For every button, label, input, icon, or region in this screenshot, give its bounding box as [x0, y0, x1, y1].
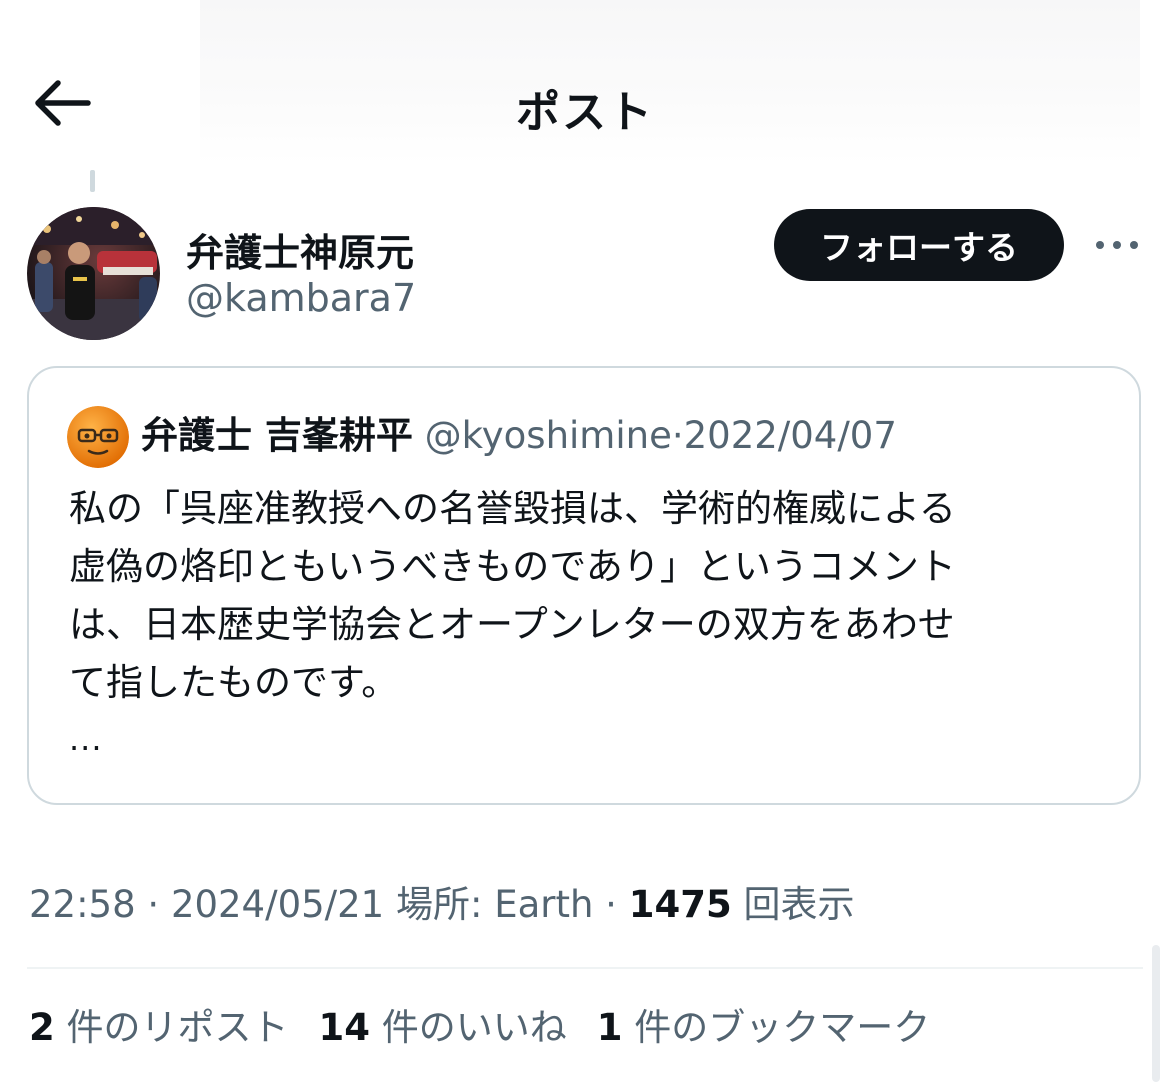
post-time: 22:58 [29, 883, 136, 926]
quoted-text-line: 私の「呉座准教授への名誉毀損は、学術的権威による [69, 487, 956, 530]
avatar-photo [27, 207, 160, 340]
author-name[interactable]: 弁護士神原元 [186, 222, 414, 277]
bookmarks-label: 件のブックマーク [622, 1006, 931, 1049]
scrollbar[interactable] [1152, 945, 1160, 1082]
more-options-button[interactable] [1092, 228, 1142, 262]
reposts-stat[interactable]: 2 件のリポスト [29, 1002, 289, 1054]
divider [27, 967, 1143, 969]
reposts-count: 2 [29, 1006, 55, 1049]
quoted-post-date: 2022/04/07 [683, 414, 897, 457]
views-count[interactable]: 1475 [629, 883, 732, 926]
page-title: ポスト [516, 87, 654, 138]
quoted-avatar-image [67, 406, 129, 468]
author-avatar[interactable] [27, 207, 160, 340]
quoted-post-header: 弁護士 吉峯耕平 @kyoshimine·2022/04/07 [141, 410, 897, 462]
top-header: ポスト [0, 50, 1170, 160]
quoted-post-ellipsis: ... [69, 720, 103, 758]
more-horizontal-icon [1096, 241, 1138, 249]
likes-stat[interactable]: 14 件のいいね [319, 1002, 567, 1054]
quoted-author-handle: @kyoshimine [424, 414, 672, 457]
author-handle[interactable]: @kambara7 [186, 276, 416, 320]
post-date: 2024/05/21 [170, 883, 385, 926]
quoted-text-line: て指したものです。 [69, 661, 399, 704]
meta-separator: · [135, 883, 171, 926]
quoted-post-card[interactable]: 弁護士 吉峯耕平 @kyoshimine·2022/04/07 私の「呉座准教授… [27, 366, 1141, 805]
quoted-author-avatar [67, 406, 129, 468]
quoted-text-line: は、日本歴史学協会とオープンレターの双方をあわせ [69, 603, 955, 646]
quoted-text-line: 虚偽の烙印ともいうべきものであり」というコメント [69, 545, 956, 588]
quoted-post-text: 私の「呉座准教授への名誉毀損は、学術的権威による 虚偽の烙印ともいうべきものであ… [69, 480, 1099, 712]
reposts-label: 件のリポスト [54, 1006, 289, 1049]
meta-separator: · [593, 883, 629, 926]
post-location: 場所: Earth [384, 883, 594, 926]
views-label[interactable]: 回表示 [732, 883, 854, 926]
follow-button[interactable]: フォローする [774, 209, 1064, 281]
bookmarks-stat[interactable]: 1 件のブックマーク [597, 1002, 931, 1054]
engagement-stats: 2 件のリポスト 14 件のいいね 1 件のブックマーク [29, 1002, 960, 1054]
thread-connector-line [90, 170, 95, 192]
quoted-author-name: 弁護士 吉峯耕平 [141, 414, 413, 457]
post-meta: 22:58 · 2024/05/21 場所: Earth · 1475 回表示 [29, 879, 854, 931]
quoted-separator: · [671, 414, 684, 457]
likes-label: 件のいいね [370, 1006, 567, 1049]
bookmarks-count: 1 [596, 1006, 623, 1049]
likes-count: 14 [318, 1006, 371, 1049]
